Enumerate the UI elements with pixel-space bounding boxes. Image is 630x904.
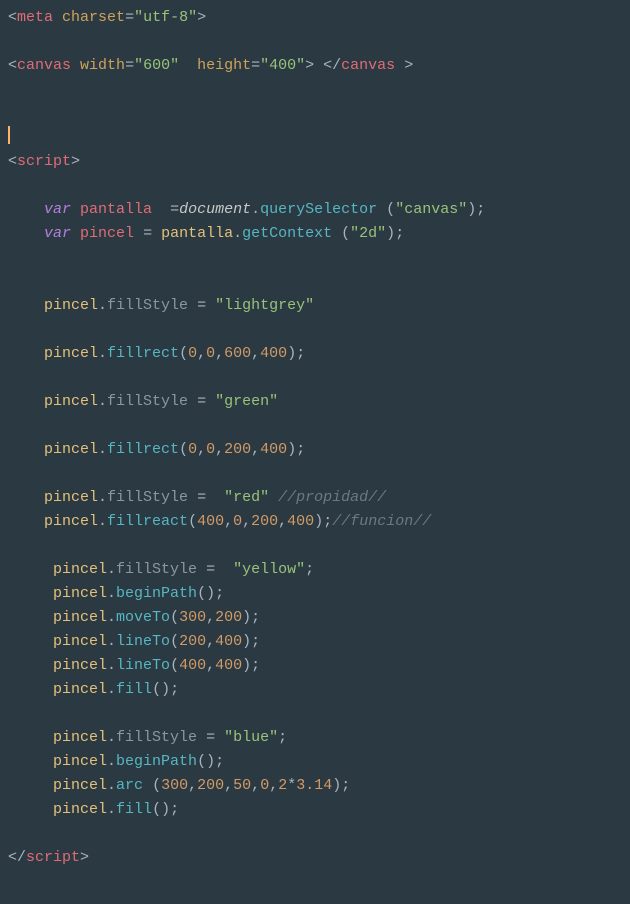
obj-document: document: [179, 201, 251, 218]
prop-fillstyle: fillStyle: [107, 297, 188, 314]
fn-arc: arc: [116, 777, 143, 794]
string-utf8: "utf-8": [134, 9, 197, 26]
code-editor[interactable]: <meta charset="utf-8"> <canvas width="60…: [8, 6, 622, 870]
attr-width: width: [80, 57, 125, 74]
attr-height: height: [197, 57, 251, 74]
fn-getcontext: getContext: [242, 225, 332, 242]
fn-fillrect: fillrect: [107, 345, 179, 362]
fn-fill: fill: [116, 681, 152, 698]
attr-charset: charset: [62, 9, 125, 26]
text-cursor: [8, 126, 10, 144]
fn-lineto: lineTo: [116, 633, 170, 650]
comment-funcion: //funcion//: [332, 513, 431, 530]
tag-canvas: canvas: [17, 57, 71, 74]
var-pincel: pincel: [80, 225, 134, 242]
tag-script: script: [17, 153, 71, 170]
tag-meta: meta: [17, 9, 53, 26]
fn-moveto: moveTo: [116, 609, 170, 626]
fn-beginpath: beginPath: [116, 585, 197, 602]
var-pantalla: pantalla: [80, 201, 152, 218]
fn-fillreact: fillreact: [107, 513, 188, 530]
comment-propidad: //propidad//: [269, 489, 386, 506]
fn-queryselector: querySelector: [260, 201, 377, 218]
keyword-var: var: [44, 201, 71, 218]
angle-open: <: [8, 9, 17, 26]
